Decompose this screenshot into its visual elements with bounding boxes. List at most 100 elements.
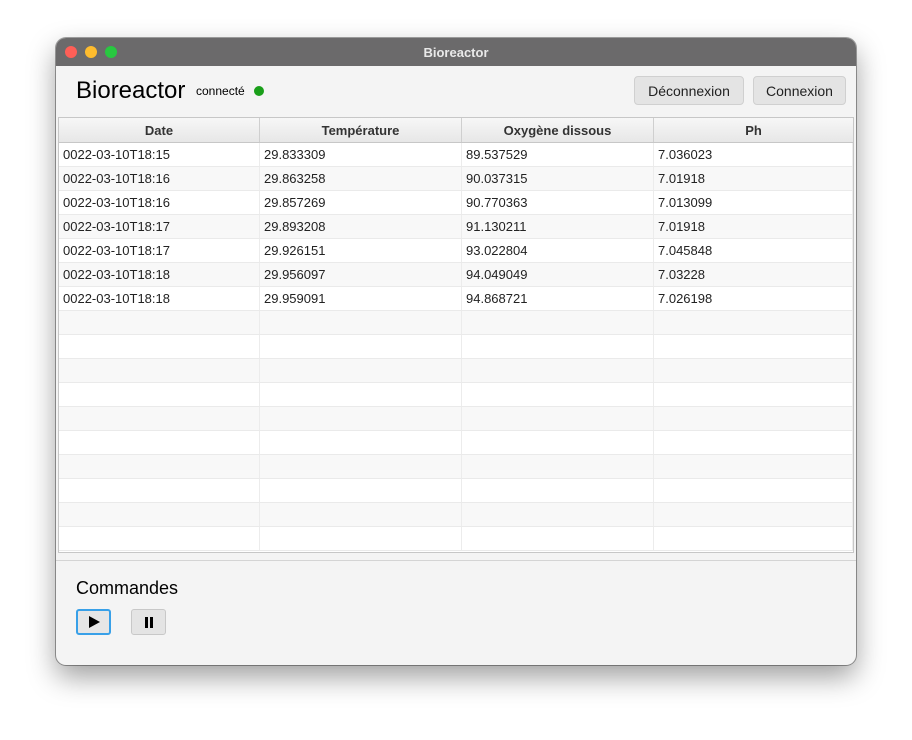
table-cell: 0022-03-10T18:15 xyxy=(59,143,260,166)
table-cell: 29.857269 xyxy=(260,191,462,214)
table-cell xyxy=(654,479,853,502)
empty-table-row[interactable] xyxy=(59,455,853,479)
maximize-window-button[interactable] xyxy=(105,46,117,58)
minimize-window-button[interactable] xyxy=(85,46,97,58)
table-cell: 91.130211 xyxy=(462,215,654,238)
title-bar[interactable]: Bioreactor xyxy=(56,38,856,66)
table-cell xyxy=(462,311,654,334)
empty-table-row[interactable] xyxy=(59,527,853,551)
table-cell: 0022-03-10T18:18 xyxy=(59,263,260,286)
column-header-dissolved-oxygen[interactable]: Oxygène dissous xyxy=(462,118,654,142)
table-cell xyxy=(260,455,462,478)
table-cell xyxy=(260,311,462,334)
empty-table-row[interactable] xyxy=(59,407,853,431)
table-row[interactable]: 0022-03-10T18:15 29.833309 89.537529 7.0360… xyxy=(59,143,853,167)
table-cell xyxy=(260,503,462,526)
table-cell: 29.956097 xyxy=(260,263,462,286)
empty-table-row[interactable] xyxy=(59,479,853,503)
table-cell xyxy=(260,479,462,502)
table-cell xyxy=(260,431,462,454)
table-cell: 7.045848 xyxy=(654,239,853,262)
table-cell xyxy=(59,359,260,382)
connection-status-indicator xyxy=(254,86,264,96)
empty-table-row[interactable] xyxy=(59,359,853,383)
table-cell: 0022-03-10T18:17 xyxy=(59,239,260,262)
table-row[interactable]: 0022-03-10T18:18 29.959091 94.868721 7.0261… xyxy=(59,287,853,311)
table-cell xyxy=(462,503,654,526)
disconnect-button[interactable]: Déconnexion xyxy=(634,76,744,105)
table-row[interactable]: 0022-03-10T18:18 29.956097 94.049049 7.0322… xyxy=(59,263,853,287)
play-button[interactable] xyxy=(76,609,111,635)
column-header-temperature[interactable]: Température xyxy=(260,118,462,142)
connection-status-label: connecté xyxy=(196,84,245,98)
column-header-date[interactable]: Date xyxy=(59,118,260,142)
table-cell xyxy=(654,503,853,526)
table-cell xyxy=(59,311,260,334)
table-cell xyxy=(654,407,853,430)
table-cell xyxy=(260,383,462,406)
empty-table-row[interactable] xyxy=(59,503,853,527)
table-cell xyxy=(654,383,853,406)
table-cell xyxy=(654,431,853,454)
table-cell xyxy=(654,455,853,478)
table-cell xyxy=(462,527,654,550)
table-cell: 0022-03-10T18:18 xyxy=(59,287,260,310)
table-cell xyxy=(462,335,654,358)
table-cell xyxy=(654,359,853,382)
pause-button[interactable] xyxy=(131,609,166,635)
table-row[interactable]: 0022-03-10T18:16 29.857269 90.770363 7.0130… xyxy=(59,191,853,215)
table-cell: 29.863258 xyxy=(260,167,462,190)
table-cell: 29.959091 xyxy=(260,287,462,310)
table-cell xyxy=(462,359,654,382)
table-cell xyxy=(59,431,260,454)
table-cell xyxy=(260,407,462,430)
empty-table-row[interactable] xyxy=(59,335,853,359)
table-cell xyxy=(260,335,462,358)
commands-title: Commandes xyxy=(76,578,179,598)
table-body: 0022-03-10T18:15 29.833309 89.537529 7.0360… xyxy=(59,143,853,551)
table-cell: 7.013099 xyxy=(654,191,853,214)
empty-table-row[interactable] xyxy=(59,383,853,407)
table-cell xyxy=(59,503,260,526)
column-header-ph[interactable]: Ph xyxy=(654,118,853,142)
window-title: Bioreactor xyxy=(423,44,489,60)
table-cell: 93.022804 xyxy=(462,239,654,262)
table-cell xyxy=(654,335,853,358)
app-title: Bioreactor xyxy=(76,77,186,104)
table-cell xyxy=(654,527,853,550)
close-window-button[interactable] xyxy=(65,46,77,58)
section-divider xyxy=(56,560,856,561)
table-cell: 7.01918 xyxy=(654,167,853,190)
table-cell: 94.868721 xyxy=(462,287,654,310)
table-cell xyxy=(462,407,654,430)
connect-button[interactable]: Connexion xyxy=(753,76,846,105)
table-cell xyxy=(59,383,260,406)
table-cell: 29.833309 xyxy=(260,143,462,166)
table-row[interactable]: 0022-03-10T18:16 29.863258 90.037315 7.0191… xyxy=(59,167,853,191)
table-cell xyxy=(462,479,654,502)
table-cell: 90.770363 xyxy=(462,191,654,214)
table-cell xyxy=(59,479,260,502)
table-cell xyxy=(260,359,462,382)
table-cell: 0022-03-10T18:17 xyxy=(59,215,260,238)
table-row[interactable]: 0022-03-10T18:17 29.926151 93.022804 7.0458… xyxy=(59,239,853,263)
table-cell: 7.026198 xyxy=(654,287,853,310)
pause-icon xyxy=(144,616,153,628)
table-row[interactable]: 0022-03-10T18:17 29.893208 91.130211 7.0191… xyxy=(59,215,853,239)
table-cell: 0022-03-10T18:16 xyxy=(59,191,260,214)
table-cell xyxy=(59,335,260,358)
table-cell: 7.036023 xyxy=(654,143,853,166)
table-cell: 29.893208 xyxy=(260,215,462,238)
table-cell xyxy=(260,527,462,550)
table-cell: 29.926151 xyxy=(260,239,462,262)
empty-table-row[interactable] xyxy=(59,311,853,335)
measurements-table[interactable]: Date Température Oxygène dissous Ph 0022… xyxy=(58,117,854,553)
play-icon xyxy=(88,616,100,628)
table-cell: 7.03228 xyxy=(654,263,853,286)
table-cell: 89.537529 xyxy=(462,143,654,166)
table-cell xyxy=(654,311,853,334)
table-cell xyxy=(462,455,654,478)
app-window: Bioreactor Bioreactor connecté Déconnexi… xyxy=(56,38,856,665)
table-header: Date Température Oxygène dissous Ph xyxy=(59,118,853,143)
empty-table-row[interactable] xyxy=(59,431,853,455)
